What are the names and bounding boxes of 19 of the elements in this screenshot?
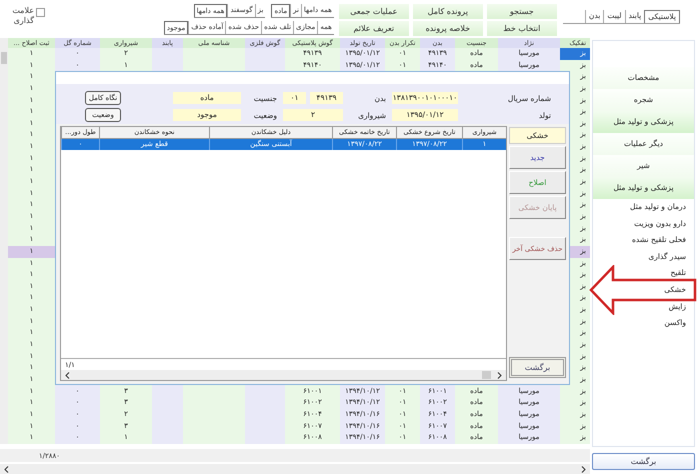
toolbar-button[interactable]: پرونده کامل bbox=[412, 4, 483, 19]
chevron-right-icon[interactable] bbox=[581, 466, 586, 472]
toolbar-button[interactable]: تعریف علائم bbox=[338, 21, 409, 36]
scroll-thumb[interactable] bbox=[1, 52, 7, 64]
toolbar-button[interactable]: جستجو bbox=[486, 4, 557, 19]
toolbar-button[interactable]: خلاصه پرونده bbox=[412, 21, 483, 36]
checkbox-label: علامت گذاری bbox=[11, 6, 34, 26]
scrollbar[interactable] bbox=[0, 464, 590, 474]
scroll-thumb[interactable] bbox=[482, 371, 491, 379]
checkbox[interactable] bbox=[36, 8, 45, 17]
scrollbar[interactable] bbox=[0, 38, 8, 444]
chevron-left-icon[interactable] bbox=[65, 372, 70, 378]
scrollbar[interactable] bbox=[61, 370, 506, 380]
back-button[interactable]: برگشت bbox=[592, 453, 695, 470]
toolbar-button[interactable]: انتخاب خط bbox=[486, 21, 557, 36]
toolbar-button[interactable]: عملیات جمعی bbox=[338, 4, 409, 19]
chevron-left-icon[interactable] bbox=[4, 466, 9, 472]
chevron-right-icon[interactable] bbox=[497, 372, 502, 378]
back-button[interactable]: برگشت bbox=[509, 357, 566, 378]
